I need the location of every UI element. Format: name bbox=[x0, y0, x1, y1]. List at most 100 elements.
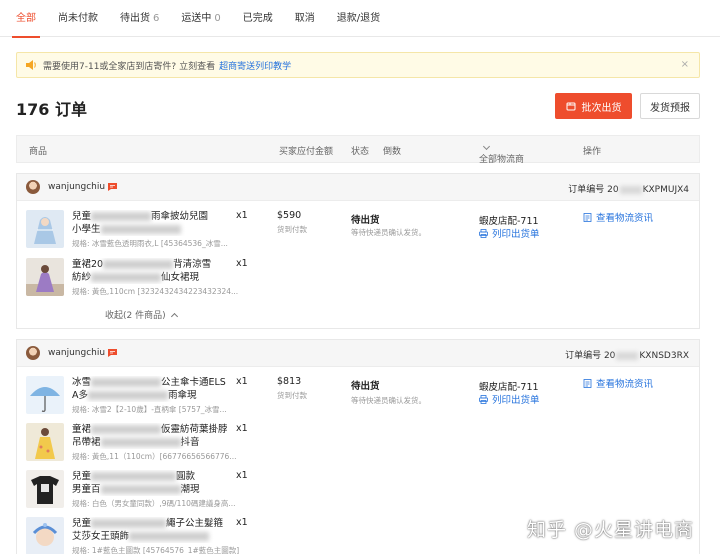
order-status: 待出货 bbox=[351, 215, 380, 226]
buyer-username[interactable]: wanjungchiu bbox=[48, 182, 105, 192]
collapse-items-toggle[interactable]: 收起(2 件商品) bbox=[105, 308, 178, 321]
order-number-suffix: KXPMUJX4 bbox=[642, 185, 689, 195]
order-number: 订单编号 20 KXPMUJX4 bbox=[568, 182, 689, 195]
product-image[interactable] bbox=[26, 423, 64, 461]
close-icon[interactable]: × bbox=[681, 59, 689, 70]
product-qty: x1 bbox=[236, 210, 248, 221]
redacted-mark bbox=[88, 391, 168, 400]
print-label-text: 列印出货单 bbox=[492, 395, 540, 406]
redacted-mark bbox=[91, 425, 162, 434]
chevron-up-icon bbox=[170, 312, 178, 321]
tab-cancelled[interactable]: 取消 bbox=[295, 0, 315, 37]
order-number: 订单编号 20 KXNSD3RX bbox=[565, 348, 689, 361]
product-image[interactable] bbox=[26, 517, 64, 554]
collapse-label: 收起(2 件商品) bbox=[105, 311, 166, 321]
chat-icon[interactable] bbox=[107, 182, 118, 192]
product-qty: x1 bbox=[236, 376, 248, 387]
order-number-label: 订单编号 bbox=[568, 185, 605, 195]
product-qty: x1 bbox=[236, 517, 248, 528]
product-name[interactable]: 兒童 繩子公主髮箍 艾莎女王頭飾 bbox=[72, 517, 237, 543]
product-image[interactable] bbox=[26, 376, 64, 414]
tab-all[interactable]: 全部 bbox=[12, 0, 40, 38]
tab-count: 0 bbox=[214, 12, 221, 24]
batch-ship-button[interactable]: 批次出货 bbox=[555, 93, 632, 119]
view-logistics-link[interactable]: 查看物流资讯 bbox=[583, 210, 653, 224]
redacted-mark bbox=[619, 185, 642, 194]
order-sub-status: 等待快递员确认发货。 bbox=[351, 228, 426, 237]
product-name-part: 男童百 bbox=[72, 484, 101, 495]
buyer-username[interactable]: wanjungchiu bbox=[48, 348, 105, 358]
printer-icon bbox=[479, 394, 488, 404]
carrier-name: 蝦皮店配-711 bbox=[479, 216, 539, 227]
chat-icon[interactable] bbox=[107, 348, 118, 358]
list-item: 童裙20 背清涼雪 紡紗 仙女裙現 x1 规格: 黃色,110cm [32324324… bbox=[26, 258, 266, 300]
notice-link[interactable]: 超商寄送列印教学 bbox=[219, 59, 291, 72]
product-name[interactable]: 冰雪 公主傘卡通ELS A多 雨傘現 bbox=[72, 376, 237, 402]
tab-to-ship[interactable]: 待出货 6 bbox=[120, 0, 159, 37]
speaker-icon bbox=[26, 60, 36, 70]
product-name-part: 背清涼雪 bbox=[173, 259, 212, 270]
product-name[interactable]: 童裙20 背清涼雪 紡紗 仙女裙現 bbox=[72, 258, 237, 284]
list-item: 兒童 繩子公主髮箍 艾莎女王頭飾 x1 规格: 1#藍色主圖款 [45764576_… bbox=[26, 517, 266, 554]
product-qty: x1 bbox=[236, 423, 248, 434]
tab-count: 6 bbox=[153, 12, 160, 24]
tab-label: 运送中 bbox=[181, 12, 212, 24]
product-name[interactable]: 童裙 仮靈紡荷葉掛脖 吊帶裙 抖音 bbox=[72, 423, 237, 449]
order-number-prefix: 20 bbox=[607, 185, 619, 195]
product-name-part: 仙女裙現 bbox=[161, 272, 200, 283]
product-name-part: 潮現 bbox=[180, 484, 200, 495]
product-name-part: A多 bbox=[72, 390, 88, 401]
payment-method: 货到付款 bbox=[277, 391, 307, 400]
redacted-mark bbox=[91, 212, 152, 221]
product-name-part: 抖音 bbox=[180, 437, 200, 448]
tab-completed[interactable]: 已完成 bbox=[243, 0, 273, 37]
product-name-part: 兒童 bbox=[72, 471, 92, 482]
ship-forecast-label: 发货预报 bbox=[650, 102, 690, 114]
product-name-part: 冰雪 bbox=[72, 377, 92, 388]
product-name-part: 小學生 bbox=[72, 224, 101, 235]
redacted-mark bbox=[91, 273, 162, 282]
batch-ship-label: 批次出货 bbox=[581, 102, 622, 114]
tab-label: 退款/退货 bbox=[336, 12, 381, 24]
product-name-part: 雨傘現 bbox=[168, 390, 197, 401]
product-name-part: 童裙 bbox=[72, 424, 92, 435]
list-item: 冰雪 公主傘卡通ELS A多 雨傘現 x1 规格: 冰雪2【2-10歲】-直柄傘 [5… bbox=[26, 376, 266, 418]
view-logistics-label: 查看物流资讯 bbox=[596, 213, 654, 224]
order-count-title: 176 订单 bbox=[16, 100, 87, 119]
product-name[interactable]: 兒童 圓款 男童百 潮現 bbox=[72, 470, 237, 496]
product-name[interactable]: 兒童 雨傘披幼兒園 小學生 bbox=[72, 210, 237, 236]
redacted-mark bbox=[129, 532, 210, 541]
document-icon bbox=[583, 378, 592, 388]
order-sub-status: 等待快递员确认发货。 bbox=[351, 396, 426, 405]
order-header: wanjungchiu 订单编号 20 KXNSD3RX bbox=[17, 340, 699, 367]
view-logistics-link[interactable]: 查看物流资讯 bbox=[583, 376, 653, 390]
carrier-name: 蝦皮店配-711 bbox=[479, 382, 539, 393]
carrier-filter[interactable]: 全部物流商 bbox=[479, 142, 524, 165]
product-image[interactable] bbox=[26, 470, 64, 508]
tab-label: 尚未付款 bbox=[58, 12, 98, 24]
order-status-tabs: 全部 尚未付款 待出货 6 运送中 0 已完成 取消 退款/退货 bbox=[0, 0, 720, 38]
tab-unpaid[interactable]: 尚未付款 bbox=[58, 0, 98, 37]
order-number-prefix: 20 bbox=[603, 351, 616, 361]
ship-forecast-button[interactable]: 发货预报 bbox=[640, 93, 700, 119]
product-spec: 规格: 白色（男女童同款）,9碼/110碼建議身高... bbox=[72, 499, 236, 508]
product-qty: x1 bbox=[236, 258, 248, 269]
product-name-part: 艾莎女王頭飾 bbox=[72, 531, 130, 542]
tab-label: 全部 bbox=[16, 12, 36, 24]
product-name-part: 公主傘卡通ELS bbox=[161, 377, 226, 388]
tab-refund[interactable]: 退款/退货 bbox=[337, 0, 380, 37]
print-shipping-label-link[interactable]: 列印出货单 bbox=[479, 226, 540, 240]
col-product: 商品 bbox=[29, 147, 48, 157]
product-name-part: 童裙20 bbox=[72, 259, 104, 270]
product-spec: 规格: 冰雪藍色透明雨衣,L [45364536_冰雪... bbox=[72, 239, 228, 248]
redacted-mark bbox=[616, 351, 639, 360]
tab-shipping[interactable]: 运送中 0 bbox=[181, 0, 220, 37]
product-spec: 规格: 黃色,110cm [3232432434223432324... bbox=[72, 287, 239, 296]
redacted-mark bbox=[91, 519, 167, 528]
order-number-suffix: KXNSD3RX bbox=[639, 351, 689, 361]
product-image[interactable] bbox=[26, 258, 64, 296]
product-image[interactable] bbox=[26, 210, 64, 248]
tab-label: 已完成 bbox=[242, 12, 273, 24]
print-label-text: 列印出货单 bbox=[492, 229, 540, 240]
print-shipping-label-link[interactable]: 列印出货单 bbox=[479, 392, 540, 406]
